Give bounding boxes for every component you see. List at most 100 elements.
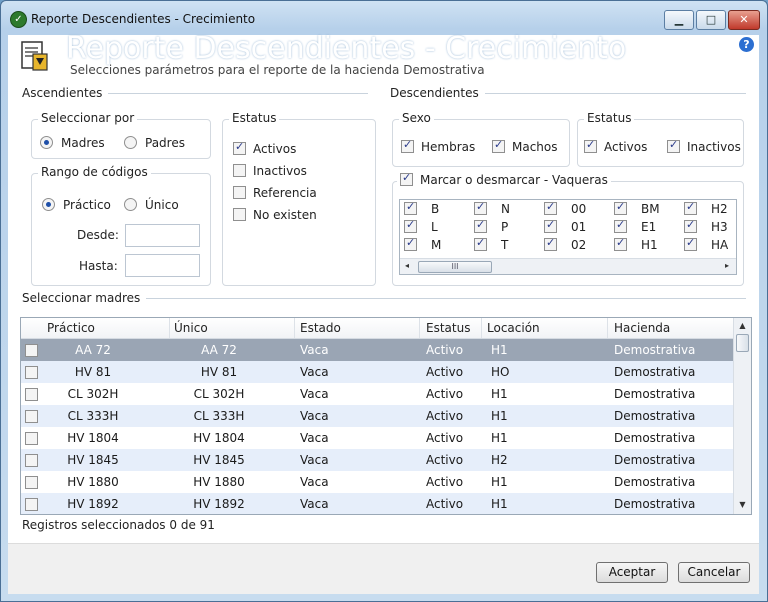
cell-estatus: Activo: [426, 453, 464, 467]
row-checkbox[interactable]: [25, 476, 38, 489]
vaqueras-toggle[interactable]: Marcar o desmarcar - Vaqueras: [397, 171, 611, 187]
column-separator: [294, 318, 295, 338]
radio-practico[interactable]: Práctico: [42, 198, 111, 212]
table-row[interactable]: HV 1845 HV 1845 Vaca Activo H2 Demostrativa: [21, 449, 733, 471]
column-locacion[interactable]: Locación: [487, 321, 540, 335]
vaqueras-group: Marcar o desmarcar - Vaqueras B N 00 BM H2 L P…: [392, 171, 744, 286]
cell-hacienda: Demostrativa: [614, 409, 696, 423]
vaqueras-toggle-label: Marcar o desmarcar - Vaqueras: [420, 173, 608, 187]
window-title: Reporte Descendientes - Crecimiento: [31, 12, 256, 26]
checkbox-no-existen[interactable]: No existen: [233, 208, 317, 222]
vaquera-checkbox[interactable]: HA: [684, 236, 728, 252]
row-checkbox[interactable]: [25, 410, 38, 423]
desde-input[interactable]: [125, 224, 200, 247]
cell-unico: CL 302H: [193, 387, 245, 401]
vaquera-checkbox[interactable]: M: [404, 236, 441, 252]
vaqueras-list[interactable]: B N 00 BM H2 L P 01 E1 H3 M T 02 H1 HA ◂ III ▸: [399, 199, 737, 275]
column-hacienda[interactable]: Hacienda: [614, 321, 670, 335]
grid-vscroll[interactable]: ▲ ▼: [733, 318, 751, 514]
vaqueras-hscroll[interactable]: ◂ III ▸: [400, 258, 736, 274]
vaquera-checkbox[interactable]: 02: [544, 236, 586, 252]
madres-grid[interactable]: Práctico Único Estado Estatus Locación H…: [20, 317, 752, 515]
table-row[interactable]: CL 302H CL 302H Vaca Activo H1 Demostrativa: [21, 383, 733, 405]
vaquera-checkbox[interactable]: 00: [544, 200, 587, 216]
checkbox-indicator: [233, 140, 246, 155]
checkbox-indicator: [544, 218, 557, 233]
row-checkbox[interactable]: [25, 454, 38, 467]
scroll-up-icon[interactable]: ▲: [734, 319, 751, 333]
cell-unico: AA 72: [201, 343, 237, 357]
vaquera-checkbox[interactable]: T: [474, 236, 508, 252]
radio-padres[interactable]: Padres: [124, 136, 185, 150]
vaquera-checkbox[interactable]: L: [404, 218, 438, 234]
descendientes-label: Descendientes: [390, 86, 485, 100]
close-button[interactable]: ✕: [728, 10, 760, 30]
seleccionar-por-group: Seleccionar por Madres Padres: [31, 111, 211, 159]
vaquera-label: 00: [571, 202, 587, 216]
grid-header: Práctico Único Estado Estatus Locación H…: [21, 318, 733, 339]
column-estado[interactable]: Estado: [300, 321, 341, 335]
radio-madres[interactable]: Madres: [40, 136, 105, 150]
maximize-button[interactable]: □: [696, 10, 726, 30]
radio-padres-label: Padres: [145, 136, 185, 150]
row-checkbox[interactable]: [25, 432, 38, 445]
checkbox-desc-activos[interactable]: Activos: [584, 138, 647, 154]
vaquera-checkbox[interactable]: P: [474, 218, 509, 234]
minimize-button[interactable]: ▁: [664, 10, 694, 30]
checkbox-machos[interactable]: Machos: [492, 138, 558, 154]
vaquera-checkbox[interactable]: H3: [684, 218, 728, 234]
table-row[interactable]: AA 72 AA 72 Vaca Activo H1 Demostrativa: [21, 339, 733, 361]
scroll-left-icon[interactable]: ◂: [400, 259, 414, 273]
cell-practico: AA 72: [75, 343, 111, 357]
hasta-input[interactable]: [125, 254, 200, 277]
descendientes-estatus-group: Estatus Activos Inactivos: [577, 111, 744, 167]
cell-practico: CL 302H: [67, 387, 119, 401]
scroll-down-icon[interactable]: ▼: [734, 498, 751, 512]
table-row[interactable]: HV 1804 HV 1804 Vaca Activo H1 Demostrativa: [21, 427, 733, 449]
row-checkbox[interactable]: [25, 344, 38, 357]
checkbox-indicator: [401, 138, 414, 153]
help-icon[interactable]: ?: [739, 37, 754, 52]
dialog-body: Reporte Descendientes - Crecimiento Sele…: [8, 31, 759, 594]
checkbox-hembras-label: Hembras: [421, 140, 476, 154]
checkbox-referencia[interactable]: Referencia: [233, 186, 317, 200]
table-row[interactable]: CL 333H CL 333H Vaca Activo H1 Demostrativa: [21, 405, 733, 427]
vaquera-checkbox[interactable]: N: [474, 200, 510, 216]
radio-unico[interactable]: Único: [124, 198, 179, 212]
cell-estatus: Activo: [426, 475, 464, 489]
cancel-button[interactable]: Cancelar: [678, 562, 750, 583]
vaquera-label: L: [431, 220, 438, 234]
table-row[interactable]: HV 81 HV 81 Vaca Activo HO Demostrativa: [21, 361, 733, 383]
checkbox-activos[interactable]: Activos: [233, 140, 296, 156]
column-estatus[interactable]: Estatus: [426, 321, 470, 335]
vscroll-thumb[interactable]: [736, 334, 749, 352]
checkbox-machos-label: Machos: [512, 140, 558, 154]
table-row[interactable]: HV 1880 HV 1880 Vaca Activo H1 Demostrativa: [21, 471, 733, 493]
checkbox-indicator: [614, 218, 627, 233]
accept-button[interactable]: Aceptar: [596, 562, 668, 583]
row-checkbox[interactable]: [25, 366, 38, 379]
table-row[interactable]: HV 1892 HV 1892 Vaca Activo H1 Demostrativa: [21, 493, 733, 514]
header-title: Reporte Descendientes - Crecimiento: [66, 31, 627, 66]
row-checkbox[interactable]: [25, 388, 38, 401]
vaquera-checkbox[interactable]: B: [404, 200, 440, 216]
radio-madres-label: Madres: [61, 136, 105, 150]
hasta-label: Hasta:: [79, 259, 118, 273]
vaquera-checkbox[interactable]: 01: [544, 218, 586, 234]
checkbox-indicator: [667, 138, 680, 153]
vaquera-label: B: [431, 202, 440, 216]
column-practico[interactable]: Práctico: [47, 321, 95, 335]
column-unico[interactable]: Único: [174, 321, 208, 335]
scroll-right-icon[interactable]: ▸: [720, 259, 734, 273]
row-checkbox[interactable]: [25, 498, 38, 511]
hscroll-thumb[interactable]: III: [418, 261, 492, 273]
checkbox-inactivos[interactable]: Inactivos: [233, 164, 307, 178]
title-bar[interactable]: ✓ Reporte Descendientes - Crecimiento ▁ …: [1, 1, 767, 35]
vaquera-checkbox[interactable]: E1: [614, 218, 656, 234]
checkbox-desc-inactivos[interactable]: Inactivos: [667, 138, 741, 154]
vaquera-label: P: [501, 220, 509, 234]
checkbox-hembras[interactable]: Hembras: [401, 138, 476, 154]
vaquera-checkbox[interactable]: BM: [614, 200, 660, 216]
vaquera-checkbox[interactable]: H1: [614, 236, 658, 252]
vaquera-checkbox[interactable]: H2: [684, 200, 728, 216]
